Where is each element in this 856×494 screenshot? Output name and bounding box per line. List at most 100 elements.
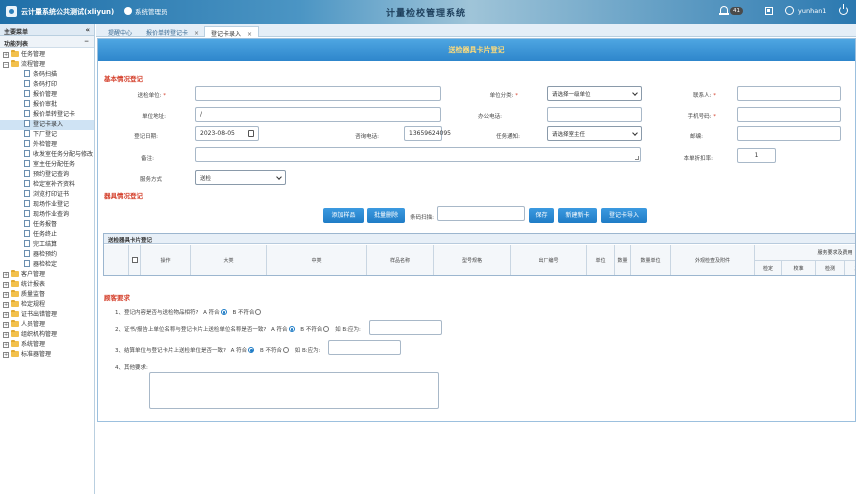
q1-no-radio[interactable] xyxy=(255,309,262,315)
new-card-button[interactable]: 新建新卡 xyxy=(558,208,597,223)
expand-icon[interactable]: + xyxy=(3,282,9,288)
unit-category-label: 单位分类: * xyxy=(489,93,518,99)
sidebar-item-leaf[interactable]: 任务终止 xyxy=(0,230,94,240)
user-role-chip[interactable]: 系统管理员 xyxy=(124,6,168,16)
resize-handle-icon[interactable] xyxy=(635,156,639,160)
table-header-index xyxy=(104,245,129,275)
q3-no-radio[interactable] xyxy=(282,347,289,353)
bell-icon[interactable] xyxy=(719,5,729,16)
office-phone-input[interactable] xyxy=(547,107,642,122)
folder-icon xyxy=(11,289,19,297)
app-logo-icon xyxy=(6,6,17,17)
q2-correction-input[interactable] xyxy=(369,320,442,335)
discount-input[interactable]: 1 xyxy=(737,148,776,163)
tab-reminder-center[interactable]: 提醒中心 xyxy=(102,26,138,37)
contact-input[interactable] xyxy=(737,86,841,101)
register-date-input[interactable]: 2023-08-05 xyxy=(195,126,259,141)
unit-category-select[interactable]: 请选择一级单位 xyxy=(547,86,642,101)
office-phone-label: 办公电话: xyxy=(478,114,502,120)
sidebar-item-leaf[interactable]: 器检检定 xyxy=(0,260,94,270)
batch-delete-button[interactable]: 批量删除 xyxy=(367,208,405,223)
expand-icon[interactable]: + xyxy=(3,322,9,328)
sidebar-item-leaf[interactable]: 收发室任务分配与修改 xyxy=(0,150,94,160)
page-icon xyxy=(24,230,30,237)
q3-correction-input[interactable] xyxy=(328,340,401,355)
sidebar-collapse-icon[interactable]: « xyxy=(85,26,90,34)
apps-grid-icon[interactable] xyxy=(765,7,773,15)
barcode-scan-label: 条码扫描: xyxy=(410,215,434,221)
sidebar-item-leaf[interactable]: 任务报督 xyxy=(0,220,94,230)
q2-no-radio[interactable] xyxy=(323,326,330,332)
sidebar-item-leaf[interactable]: 条码打印 xyxy=(0,80,94,90)
expand-icon[interactable]: + xyxy=(3,272,9,278)
sidebar-item-leaf[interactable]: 外检管理 xyxy=(0,140,94,150)
sidebar-item-leaf[interactable]: 条码扫描 xyxy=(0,70,94,80)
unit-address-input[interactable]: / xyxy=(195,107,441,122)
calendar-icon[interactable] xyxy=(248,130,254,137)
barcode-scan-input[interactable] xyxy=(437,206,525,221)
sidebar-title: 主要菜单 xyxy=(4,29,29,36)
tab-quote-to-card[interactable]: 报价单转登记卡 × xyxy=(140,26,205,37)
submit-unit-input[interactable] xyxy=(195,86,441,101)
sidebar-item-folder[interactable]: + 客户管理 xyxy=(0,269,94,280)
add-sample-button[interactable]: 添加样品 xyxy=(323,208,364,223)
sidebar-item-folder[interactable]: + 证书出错管理 xyxy=(0,309,94,320)
sidebar-item-folder[interactable]: − 流程管理 xyxy=(0,59,94,70)
save-button[interactable]: 保存 xyxy=(529,208,554,223)
close-icon[interactable]: × xyxy=(194,30,199,37)
sidebar-item-folder[interactable]: + 任务管理 xyxy=(0,49,94,60)
sidebar-item-leaf[interactable]: 器检预约 xyxy=(0,250,94,260)
sidebar-item-folder[interactable]: + 系统管理 xyxy=(0,339,94,350)
import-card-button[interactable]: 登记卡导入 xyxy=(601,208,647,223)
sidebar-item-leaf[interactable]: 报价审批 xyxy=(0,100,94,110)
sidebar-item-folder[interactable]: + 检定规程 xyxy=(0,299,94,310)
expand-icon[interactable]: + xyxy=(3,52,9,58)
expand-icon[interactable]: + xyxy=(3,352,9,358)
other-requirements-textarea[interactable] xyxy=(149,372,439,409)
app-header: 云计量系统公共测试(xliyun) 系统管理员 计量检校管理系统 41 yunh… xyxy=(0,0,856,24)
page-icon xyxy=(24,110,30,117)
mobile-input[interactable] xyxy=(737,107,841,122)
sidebar-item-leaf[interactable]: 下厂登记 xyxy=(0,130,94,140)
service-mode-select[interactable]: 送检 xyxy=(195,170,286,185)
sidebar-item-leaf[interactable]: 现场作业查询 xyxy=(0,210,94,220)
task-notify-select[interactable]: 请选择室主任 xyxy=(547,126,642,141)
sidebar-item-folder[interactable]: + 人员管理 xyxy=(0,319,94,330)
power-icon[interactable] xyxy=(839,4,848,15)
sidebar-item-label: 任务终止 xyxy=(33,231,58,238)
sidebar-item-leaf[interactable]: 检定室补齐资料 xyxy=(0,180,94,190)
q1-yes-radio[interactable] xyxy=(220,309,227,315)
expand-icon[interactable]: + xyxy=(3,312,9,318)
sidebar-item-folder[interactable]: + 组织机构管理 xyxy=(0,329,94,340)
sidebar-item-leaf[interactable]: 报价单转登记卡 xyxy=(0,110,94,120)
expand-icon[interactable]: + xyxy=(3,342,9,348)
sidebar-item-label: 报价管理 xyxy=(33,91,58,98)
username[interactable]: yunhan1 xyxy=(798,7,826,15)
sidebar-item-leaf[interactable]: 浏览打印证书 xyxy=(0,190,94,200)
remark-textarea[interactable] xyxy=(195,147,641,162)
sidebar-item-folder[interactable]: + 质量监督 xyxy=(0,289,94,300)
sidebar-item-leaf[interactable]: 现场作业登记 xyxy=(0,200,94,210)
select-all-checkbox[interactable] xyxy=(131,257,138,263)
q3-yes-radio[interactable] xyxy=(248,347,255,353)
sidebar-item-label: 外检管理 xyxy=(33,141,58,148)
submit-unit-label: 送检单位: * xyxy=(137,93,166,99)
expand-icon[interactable]: + xyxy=(3,292,9,298)
sidebar-item-leaf[interactable]: 预约登记查询 xyxy=(0,170,94,180)
sidebar-item-leaf[interactable]: 报价管理 xyxy=(0,90,94,100)
user-avatar-icon[interactable] xyxy=(785,6,794,15)
sidebar-item-leaf[interactable]: 完工结算 xyxy=(0,240,94,250)
postcode-input[interactable] xyxy=(737,126,841,141)
q2-yes-radio[interactable] xyxy=(288,326,295,332)
close-icon[interactable]: × xyxy=(247,31,252,38)
sidebar-item-folder[interactable]: + 标准器管理 xyxy=(0,349,94,360)
tab-card-entry[interactable]: 登记卡录入 × xyxy=(204,26,260,38)
function-list-toggle-icon[interactable]: − xyxy=(84,38,89,45)
expand-icon[interactable]: + xyxy=(3,332,9,338)
sidebar-item-leaf[interactable]: 登记卡录入 xyxy=(0,120,94,130)
consult-phone-input[interactable]: 13659624095 xyxy=(404,126,451,141)
sidebar-item-leaf[interactable]: 室主任分配任务 xyxy=(0,160,94,170)
sidebar-item-folder[interactable]: + 统计报表 xyxy=(0,279,94,290)
expand-icon[interactable]: + xyxy=(3,302,9,308)
collapse-icon[interactable]: − xyxy=(3,62,9,68)
